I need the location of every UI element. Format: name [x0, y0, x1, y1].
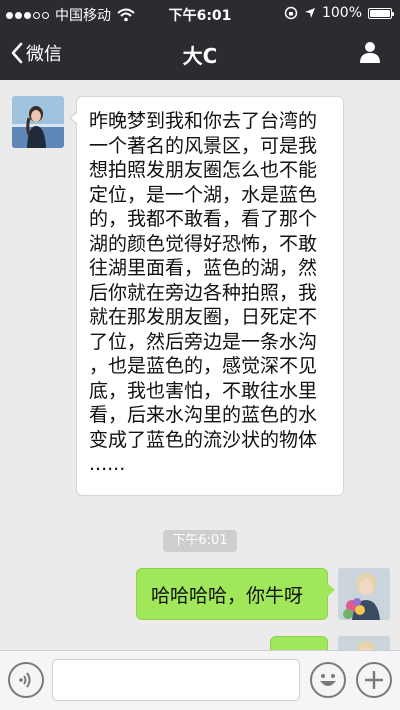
outgoing-message-text: 哈哈哈哈，你牛呀	[151, 585, 304, 607]
incoming-message-line: 就在那发朋友圈，日死定不	[89, 306, 318, 328]
input-bar	[0, 650, 400, 710]
incoming-message-line: 的，我都不敢看，看了那个	[89, 208, 318, 230]
emoji-icon	[320, 674, 336, 686]
my-avatar[interactable]	[338, 568, 390, 620]
voice-button[interactable]	[8, 662, 44, 698]
incoming-message-bubble[interactable]: 昨晚梦到我和你去了台湾的 一个著名的风景区，可是我 想拍照发朋友圈怎么也不能 定位，是…	[69, 96, 344, 496]
message-timestamp: 下午6:01	[163, 530, 237, 552]
incoming-message-line: 一个著名的风景区，可是我	[89, 134, 318, 157]
person-icon	[360, 42, 380, 63]
incoming-message-line: 看，后来水沟里的蓝色的水	[89, 404, 318, 426]
status-right: 100%	[284, 5, 394, 21]
orientation-lock-icon	[284, 6, 298, 20]
incoming-message-line: 定位，是一个湖，水是蓝色	[89, 183, 318, 206]
battery-percent: 100%	[321, 5, 362, 21]
profile-button[interactable]	[358, 40, 382, 68]
incoming-message-line: 底，我也害怕，不敢往水里	[89, 379, 318, 402]
incoming-message-text: 昨晚梦到我和你去了台湾的 一个著名的风景区，可是我 想拍照发朋友圈怎么也不能 定位，是…	[89, 109, 333, 477]
chat-title: 大C	[182, 44, 218, 68]
my-avatar-image	[338, 568, 390, 620]
incoming-message-line: ......	[89, 453, 126, 475]
status-bar: 中国移动 下午6:01 100%	[0, 0, 400, 28]
incoming-message-line: 想拍照发朋友圈怎么也不能	[89, 159, 318, 181]
incoming-message-line: 变成了蓝色的流沙状的物体	[89, 428, 318, 451]
contact-avatar-image	[12, 96, 64, 148]
voice-icon	[19, 672, 31, 688]
outgoing-message-bubble[interactable]: 哈哈哈哈，你牛呀	[136, 568, 335, 620]
location-icon	[304, 8, 315, 18]
contact-avatar[interactable]	[12, 96, 64, 148]
incoming-message-line: 往湖里面看，蓝色的湖，然	[89, 257, 318, 279]
emoji-button[interactable]	[310, 662, 346, 698]
incoming-message-line: 后你就在旁边各种拍照，我	[89, 281, 318, 304]
incoming-message-line: 湖的颜色觉得好恐怖，不敢	[89, 232, 318, 255]
plus-icon	[365, 671, 383, 689]
incoming-message-line: 了位，然后旁边是一条水沟	[89, 330, 318, 353]
battery-icon	[368, 7, 394, 19]
more-button[interactable]	[356, 662, 392, 698]
message-input[interactable]	[52, 659, 300, 701]
incoming-message-line: ，也是蓝色的，感觉深不见	[89, 355, 318, 377]
incoming-message-line: 昨晚梦到我和你去了台湾的	[89, 110, 318, 132]
nav-bar: 微信 大C	[0, 28, 400, 80]
